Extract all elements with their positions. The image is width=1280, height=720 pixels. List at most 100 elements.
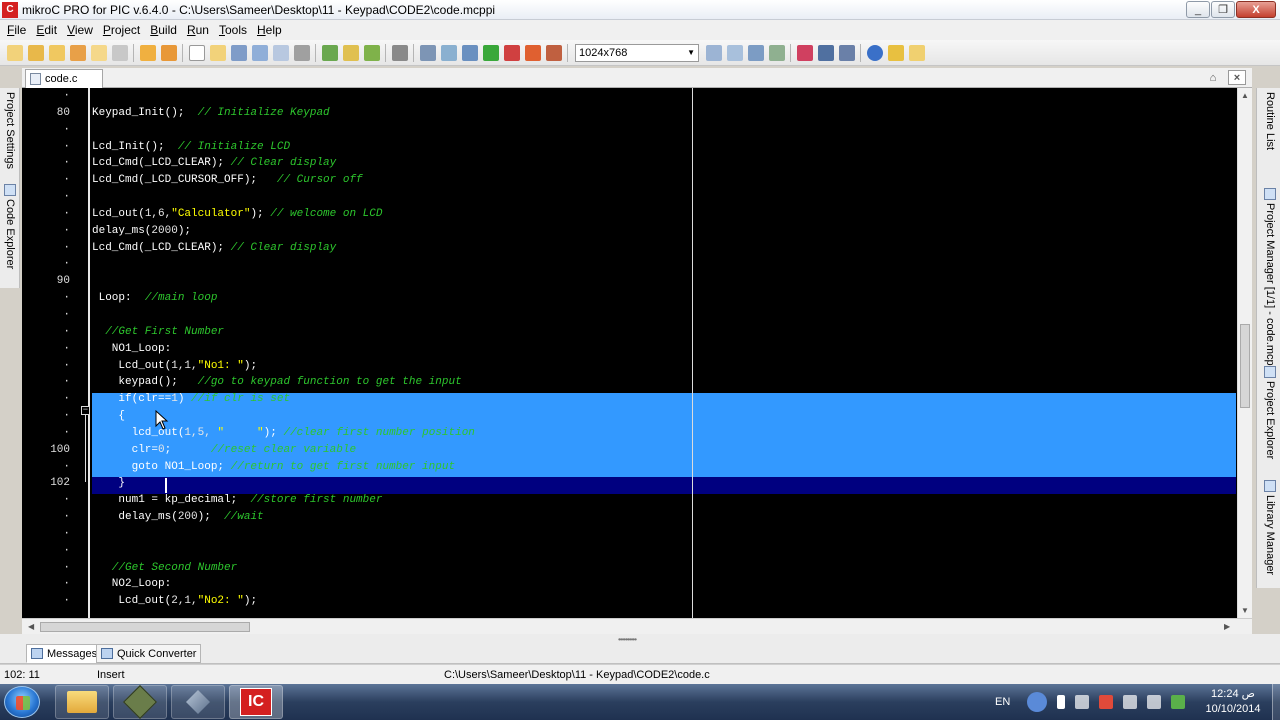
print-icon[interactable]	[293, 44, 310, 61]
text-caret	[165, 478, 167, 493]
close-project-icon[interactable]	[111, 44, 128, 61]
taskbar-app-tool[interactable]	[113, 685, 167, 719]
stop-debug-icon[interactable]	[503, 44, 520, 61]
restore-tab-icon[interactable]: ⌂	[1204, 70, 1222, 85]
horizontal-scrollbar[interactable]: ◀ ▶	[22, 618, 1252, 634]
step-over-icon[interactable]	[461, 44, 478, 61]
toolbar-separator	[385, 43, 386, 62]
start-button[interactable]	[4, 686, 40, 718]
layout-save-icon[interactable]	[705, 44, 722, 61]
edit-project-icon[interactable]	[90, 44, 107, 61]
build-icon[interactable]	[321, 44, 338, 61]
close-button[interactable]: X	[1236, 1, 1276, 18]
code-editor[interactable]: − · 80 Keypad_Init(); // Initialize Keypad…	[22, 88, 1252, 618]
help-icon[interactable]	[866, 44, 883, 61]
remove-file-icon[interactable]	[160, 44, 177, 61]
menu-project[interactable]: Project	[98, 20, 145, 40]
tab-messages[interactable]: Messages	[26, 644, 103, 663]
line-number: ·	[63, 426, 70, 439]
resolution-select[interactable]: 1024x768 ▼	[575, 43, 699, 62]
save-project-icon[interactable]	[69, 44, 86, 61]
flag-tray-icon[interactable]	[1075, 695, 1090, 709]
toggle-breakpoint-icon[interactable]	[545, 44, 562, 61]
close-tab-button[interactable]: ×	[1228, 70, 1246, 85]
tab-quick-converter[interactable]: Quick Converter	[96, 644, 202, 663]
toolbar-separator	[133, 43, 134, 62]
tab-project-explorer[interactable]: Project Explorer	[1262, 366, 1278, 459]
open-project-icon[interactable]	[27, 44, 44, 61]
mikroc-logo-icon: C	[2, 1, 18, 18]
menu-edit[interactable]: Edit	[31, 20, 62, 40]
menu-bar: File Edit View Project Build Run Tools H…	[0, 20, 1280, 40]
panel-splitter[interactable]: ••••••••••	[0, 634, 1280, 644]
update-tray-icon[interactable]	[1171, 695, 1186, 709]
tab-routine-list[interactable]: Routine List	[1262, 92, 1278, 150]
code-token: Lcd_Cmd(_LCD_CLEAR);	[92, 157, 231, 170]
taskbar-clock[interactable]: 12:24 ص 10/10/2014	[1198, 687, 1268, 717]
minimize-button[interactable]: _	[1186, 1, 1210, 18]
open-file-icon[interactable]	[209, 44, 226, 61]
scroll-left-icon[interactable]: ◀	[28, 622, 34, 631]
scroll-right-icon[interactable]: ▶	[1224, 622, 1230, 631]
layout-load-icon[interactable]	[726, 44, 743, 61]
line-content: Lcd_out(1,1,"No1: ");	[92, 358, 257, 375]
menu-help[interactable]: Help	[252, 20, 287, 40]
maximize-button[interactable]: ❐	[1211, 1, 1235, 18]
run-to-cursor-icon[interactable]	[524, 44, 541, 61]
cursor-position: 102: 11	[4, 669, 40, 681]
help-tray-icon[interactable]	[1027, 692, 1048, 712]
programmer-icon[interactable]	[391, 44, 408, 61]
add-file-icon[interactable]	[139, 44, 156, 61]
build-project-icon[interactable]	[363, 44, 380, 61]
show-hidden-icon[interactable]	[1057, 695, 1066, 709]
debug-start-icon[interactable]	[419, 44, 436, 61]
scroll-thumb[interactable]	[40, 622, 250, 632]
new-file-icon[interactable]	[188, 44, 205, 61]
build-all-icon[interactable]	[342, 44, 359, 61]
network-tray-icon[interactable]	[1123, 695, 1138, 709]
line-number: ·	[63, 241, 70, 254]
menu-view[interactable]: View	[62, 20, 98, 40]
line-content: lcd_out(1,5, " "); //clear first number …	[92, 425, 475, 442]
step-into-icon[interactable]	[440, 44, 457, 61]
scroll-up-icon[interactable]: ▲	[1241, 91, 1249, 100]
seven-segment-icon[interactable]	[817, 44, 834, 61]
code-token: //store first number	[250, 494, 383, 507]
tab-project-manager[interactable]: Project Manager [1/1] - code.mcppi	[1262, 188, 1278, 374]
save-all-icon[interactable]	[251, 44, 268, 61]
menu-file[interactable]: File	[2, 20, 31, 40]
code-token: 0	[158, 443, 165, 456]
code-token: num1 = kp_decimal;	[92, 494, 251, 507]
taskbar-explorer[interactable]	[55, 685, 109, 719]
scroll-thumb[interactable]	[1240, 324, 1250, 408]
scroll-down-icon[interactable]: ▼	[1241, 606, 1249, 615]
line-number: ·	[63, 578, 70, 591]
recent-projects-icon[interactable]	[48, 44, 65, 61]
taskbar-mikroc[interactable]: IC	[229, 685, 283, 719]
tab-project-settings[interactable]: Project Settings	[2, 92, 18, 169]
security-tray-icon[interactable]	[1099, 695, 1114, 709]
code-token: lcd_out(	[92, 426, 185, 439]
show-desktop-button[interactable]	[1272, 684, 1280, 720]
lcd-editor-icon[interactable]	[838, 44, 855, 61]
layout-delete-icon[interactable]	[747, 44, 764, 61]
volume-tray-icon[interactable]	[1147, 695, 1162, 709]
step-out-icon[interactable]	[482, 44, 499, 61]
tab-code-c[interactable]: code.c	[25, 69, 103, 88]
taskbar-app-pen[interactable]	[171, 685, 225, 719]
new-project-icon[interactable]	[6, 44, 23, 61]
language-indicator[interactable]: EN	[995, 696, 1010, 708]
line-number: 100	[50, 443, 70, 456]
layout-reset-icon[interactable]	[768, 44, 785, 61]
tab-library-manager[interactable]: Library Manager	[1262, 480, 1278, 575]
vertical-scrollbar[interactable]: ▲ ▼	[1237, 88, 1252, 618]
ascii-chart-icon[interactable]	[796, 44, 813, 61]
menu-tools[interactable]: Tools	[214, 20, 252, 40]
menu-build[interactable]: Build	[145, 20, 182, 40]
save-file-icon[interactable]	[230, 44, 247, 61]
menu-run[interactable]: Run	[182, 20, 214, 40]
tab-code-explorer[interactable]: Code Explorer	[2, 184, 18, 269]
save-as-icon[interactable]	[272, 44, 289, 61]
search-help-icon[interactable]	[887, 44, 904, 61]
about-icon[interactable]	[908, 44, 925, 61]
